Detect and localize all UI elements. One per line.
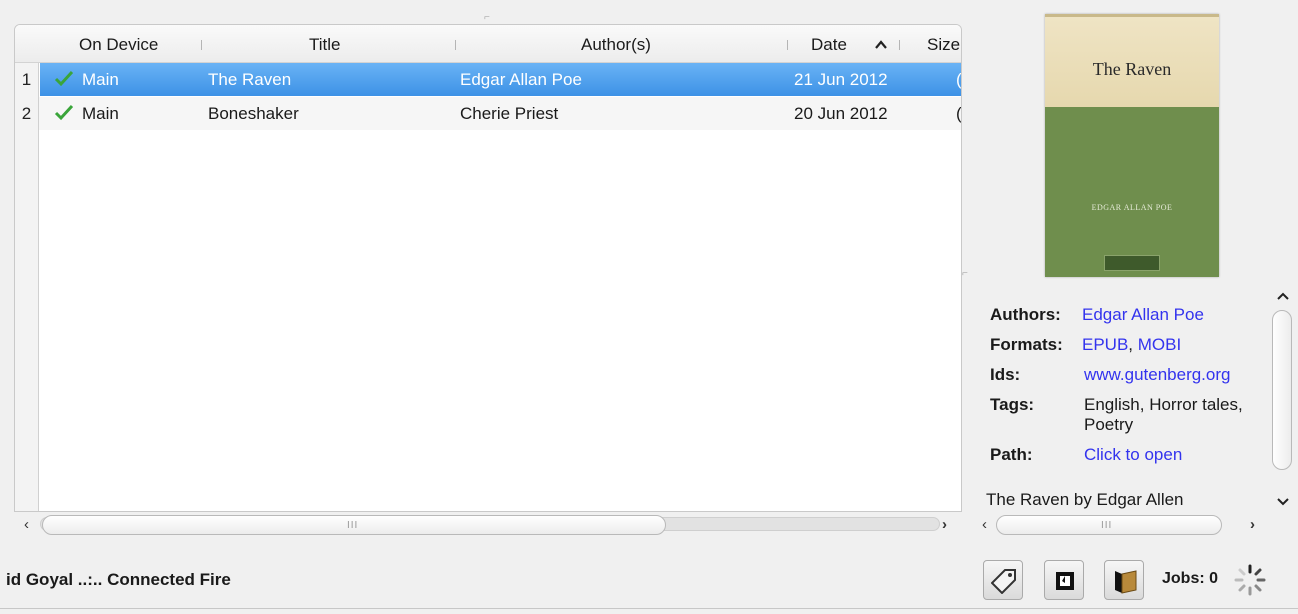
cover-grid-button[interactable]	[1044, 560, 1084, 600]
column-header-date[interactable]: Date	[811, 25, 847, 63]
formats-value: EPUB, MOBI	[1082, 334, 1181, 356]
status-divider	[0, 608, 1298, 609]
chevron-left-icon[interactable]: ‹	[982, 515, 987, 535]
cell-date: 20 Jun 2012	[794, 104, 888, 123]
checkmark-icon	[54, 70, 74, 87]
scroll-thumb[interactable]: III	[996, 515, 1222, 535]
cover-bottom-band: EDGAR ALLAN POE	[1045, 107, 1219, 277]
book-cover[interactable]: The Raven EDGAR ALLAN POE	[1045, 14, 1219, 277]
tags-value-line2: Poetry	[1084, 415, 1134, 434]
book-list-table[interactable]: On Device Title Author(s) Date Size 1 Ma…	[14, 24, 962, 512]
scroll-thumb[interactable]: III	[42, 515, 666, 535]
chevron-down-icon[interactable]	[1277, 498, 1289, 506]
column-header-title[interactable]: Title	[309, 25, 341, 63]
scroll-grip: III	[347, 520, 359, 531]
cover-title: The Raven	[1092, 59, 1172, 79]
details-horizontal-scrollbar[interactable]: ‹ III ›	[978, 512, 1268, 538]
cell-authors: Cherie Priest	[460, 104, 559, 123]
format-link-epub[interactable]: EPUB	[1082, 335, 1128, 354]
cell-title: Boneshaker	[208, 104, 299, 123]
book-details-panel: Authors: Edgar Allan Poe Formats: EPUB, …	[986, 300, 1270, 512]
device-status: id Goyal ..:.. Connected Fire	[6, 570, 231, 589]
busy-spinner-icon	[1234, 564, 1266, 596]
detail-label: Authors:	[990, 305, 1061, 324]
ids-link[interactable]: www.gutenberg.org	[1084, 364, 1230, 386]
column-header-on-device[interactable]: On Device	[79, 25, 158, 63]
cell-date: 21 Jun 2012	[794, 70, 888, 89]
book-description: The Raven by Edgar Allen	[986, 490, 1184, 509]
detail-label: Formats:	[990, 335, 1063, 354]
publisher-emblem-icon	[1104, 255, 1160, 271]
up-arrow-icon[interactable]	[875, 40, 887, 50]
cell-size: (	[956, 70, 962, 89]
table-row[interactable]: 2 Main Boneshaker Cherie Priest 20 Jun 2…	[15, 97, 961, 130]
column-header-size[interactable]: Size	[927, 25, 960, 63]
cover-author: EDGAR ALLAN POE	[1091, 203, 1173, 212]
scroll-grip: III	[1101, 520, 1113, 531]
tag-icon	[991, 569, 1016, 594]
chevron-left-icon[interactable]: ‹	[24, 515, 29, 535]
row-cells[interactable]: Main The Raven Edgar Allan Poe 21 Jun 20…	[40, 63, 961, 96]
table-header: On Device Title Author(s) Date Size	[15, 25, 961, 63]
table-row[interactable]: 1 Main The Raven Edgar Allan Poe 21 Jun …	[15, 63, 961, 96]
table-horizontal-scrollbar[interactable]: ‹ III ›	[14, 512, 962, 538]
checkmark-icon	[54, 104, 74, 121]
column-separator[interactable]	[201, 40, 202, 50]
column-separator[interactable]	[899, 40, 900, 50]
cell-title: The Raven	[208, 70, 292, 89]
author-link[interactable]: Edgar Allan Poe	[1082, 304, 1204, 326]
column-header-authors[interactable]: Author(s)	[581, 25, 651, 63]
splitter-handle[interactable]: ⌐	[484, 12, 490, 23]
book-icon	[1056, 572, 1074, 590]
chevron-right-icon[interactable]: ›	[1250, 515, 1255, 535]
book-details-button[interactable]	[1104, 560, 1144, 600]
tag-button[interactable]	[983, 560, 1023, 600]
cover-top-band: The Raven	[1045, 14, 1219, 107]
column-separator[interactable]	[455, 40, 456, 50]
cell-on-device: Main	[82, 70, 119, 89]
chevron-up-icon[interactable]	[1277, 292, 1289, 300]
column-separator[interactable]	[787, 40, 788, 50]
detail-label: Ids:	[990, 365, 1021, 384]
scroll-thumb[interactable]	[1272, 310, 1292, 470]
open-book-icon	[1115, 570, 1137, 594]
detail-label: Tags:	[990, 395, 1035, 414]
splitter-handle[interactable]: ⌐	[962, 268, 968, 279]
format-link-mobi[interactable]: MOBI	[1138, 335, 1181, 354]
cell-size: (	[956, 104, 962, 123]
formats-separator: ,	[1128, 335, 1138, 354]
jobs-count[interactable]: Jobs: 0	[1162, 570, 1218, 588]
cell-authors: Edgar Allan Poe	[460, 70, 582, 89]
path-open-link[interactable]: Click to open	[1084, 444, 1182, 466]
row-cells[interactable]: Main Boneshaker Cherie Priest 20 Jun 201…	[40, 97, 961, 130]
cell-on-device: Main	[82, 104, 119, 123]
row-number-gutter	[15, 63, 39, 511]
row-number: 1	[15, 63, 39, 96]
details-vertical-scrollbar[interactable]	[1270, 288, 1296, 510]
row-number: 2	[15, 97, 39, 130]
detail-label: Path:	[990, 445, 1033, 464]
tags-value-line1: English, Horror tales,	[1084, 395, 1243, 414]
chevron-right-icon[interactable]: ›	[942, 515, 947, 535]
